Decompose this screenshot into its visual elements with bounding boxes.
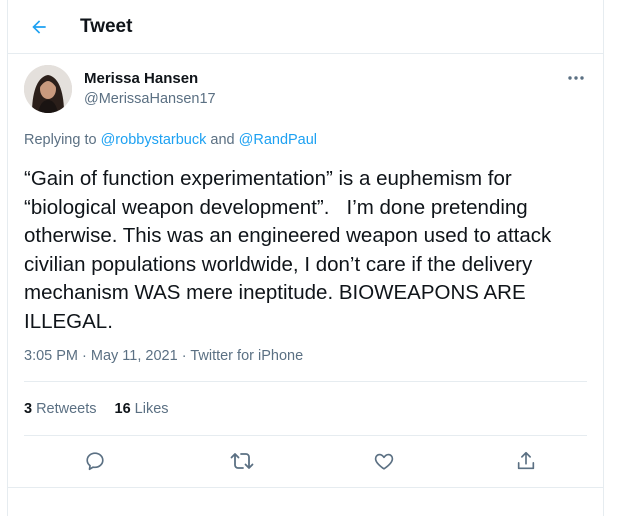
reply-button[interactable] xyxy=(82,448,108,474)
page-header: Tweet xyxy=(8,0,603,54)
page-title: Tweet xyxy=(80,16,133,37)
replying-conjunction: and xyxy=(206,132,239,148)
meta-separator: · xyxy=(78,348,91,364)
retweets-count: 3 xyxy=(24,401,33,417)
tweet-meta: 3:05 PM · May 11, 2021 · Twitter for iPh… xyxy=(24,348,303,364)
avatar[interactable] xyxy=(24,65,72,113)
like-button[interactable] xyxy=(371,448,397,474)
more-options-button[interactable] xyxy=(563,68,589,88)
back-button[interactable] xyxy=(26,14,52,40)
retweet-button[interactable] xyxy=(229,448,255,474)
share-button[interactable] xyxy=(513,448,539,474)
mention-link-2[interactable]: @RandPaul xyxy=(239,132,317,148)
author-handle[interactable]: @MerissaHansen17 xyxy=(84,91,216,107)
likes-count: 16 xyxy=(114,401,131,417)
divider xyxy=(8,487,603,488)
retweet-icon xyxy=(230,450,254,472)
tweet-date[interactable]: May 11, 2021 xyxy=(91,348,178,364)
author-name[interactable]: Merissa Hansen xyxy=(84,70,198,87)
share-icon xyxy=(515,450,537,472)
divider xyxy=(24,381,587,382)
tweet-stats: 3 Retweets 16 Likes xyxy=(24,401,169,417)
like-icon xyxy=(373,450,395,472)
tweet-actions xyxy=(68,448,548,472)
tweet-source[interactable]: Twitter for iPhone xyxy=(190,348,303,364)
meta-separator: · xyxy=(177,348,191,364)
reply-icon xyxy=(84,450,106,472)
tweet-page: Tweet Merissa Hansen @MerissaHansen17 Re… xyxy=(7,0,604,516)
arrow-left-icon xyxy=(29,17,49,37)
tweet-text: “Gain of function experimentation” is a … xyxy=(24,167,557,333)
likes-label: Likes xyxy=(134,401,169,417)
mention-link-1[interactable]: @robbystarbuck xyxy=(101,132,207,148)
avatar-image xyxy=(24,65,72,113)
retweets-stat[interactable]: 3 Retweets xyxy=(24,401,97,417)
replying-prefix: Replying to xyxy=(24,132,101,148)
replying-to: Replying to @robbystarbuck and @RandPaul xyxy=(24,132,317,148)
tweet-time[interactable]: 3:05 PM xyxy=(24,348,78,364)
likes-stat[interactable]: 16 Likes xyxy=(115,401,169,417)
divider xyxy=(24,435,587,436)
more-horizontal-icon xyxy=(567,75,585,81)
retweets-label: Retweets xyxy=(36,401,97,417)
